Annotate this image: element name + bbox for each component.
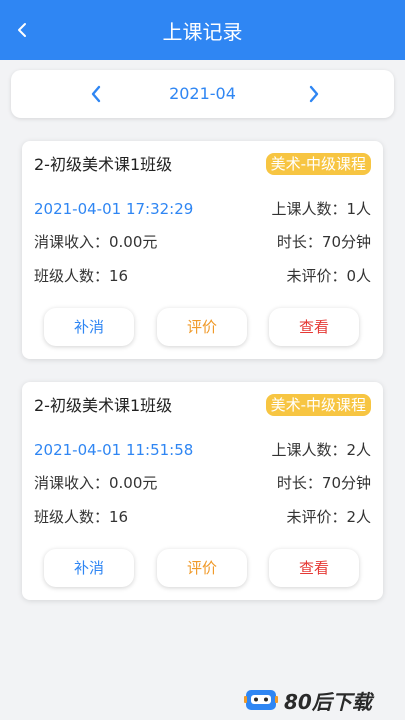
record-row: 2021-04-01 17:32:29 上课人数：1人: [34, 198, 371, 220]
unrated-count: 未评价：0人: [286, 267, 371, 285]
chevron-right-icon: [309, 85, 319, 103]
watermark-text: 80后下载: [284, 690, 372, 714]
makeup-button[interactable]: 补消: [44, 308, 134, 346]
record-row: 班级人数：16 未评价：0人: [34, 265, 371, 287]
record-card: 2-初级美术课1班级 美术-中级课程 2021-04-01 17:32:29 上…: [22, 141, 383, 359]
class-name: 2-初级美术课1班级: [34, 396, 173, 415]
record-row: 班级人数：16 未评价：2人: [34, 506, 371, 528]
attendees: 上课人数：1人: [271, 200, 371, 218]
course-tag: 美术-中级课程: [265, 394, 371, 416]
income: 消课收入：0.00元: [34, 474, 158, 492]
record-card: 2-初级美术课1班级 美术-中级课程 2021-04-01 11:51:58 上…: [22, 382, 383, 600]
class-datetime: 2021-04-01 11:51:58: [34, 441, 194, 459]
duration: 时长：70分钟: [276, 474, 371, 492]
course-tag: 美术-中级课程: [265, 153, 371, 175]
record-row: 消课收入：0.00元 时长：70分钟: [34, 231, 371, 253]
class-size: 班级人数：16: [34, 267, 129, 285]
next-month-button[interactable]: [301, 81, 327, 107]
month-selector: 2021-04: [11, 70, 394, 118]
view-button[interactable]: 查看: [269, 308, 359, 346]
page-title: 上课记录: [162, 20, 243, 44]
income: 消课收入：0.00元: [34, 233, 158, 251]
class-size: 班级人数：16: [34, 508, 129, 526]
record-row: 消课收入：0.00元 时长：70分钟: [34, 472, 371, 494]
current-month[interactable]: 2021-04: [11, 84, 394, 104]
rate-button[interactable]: 评价: [157, 549, 247, 587]
view-button[interactable]: 查看: [269, 549, 359, 587]
class-datetime: 2021-04-01 17:32:29: [34, 200, 194, 218]
robot-logo-icon: [244, 690, 278, 710]
duration: 时长：70分钟: [276, 233, 371, 251]
watermark-logo: 80后下载: [244, 684, 404, 714]
rate-button[interactable]: 评价: [157, 308, 247, 346]
app-header: 上课记录: [0, 0, 405, 60]
makeup-button[interactable]: 补消: [44, 549, 134, 587]
attendees: 上课人数：2人: [271, 441, 371, 459]
unrated-count: 未评价：2人: [286, 508, 371, 526]
record-row: 2021-04-01 11:51:58 上课人数：2人: [34, 439, 371, 461]
class-name: 2-初级美术课1班级: [34, 155, 173, 174]
